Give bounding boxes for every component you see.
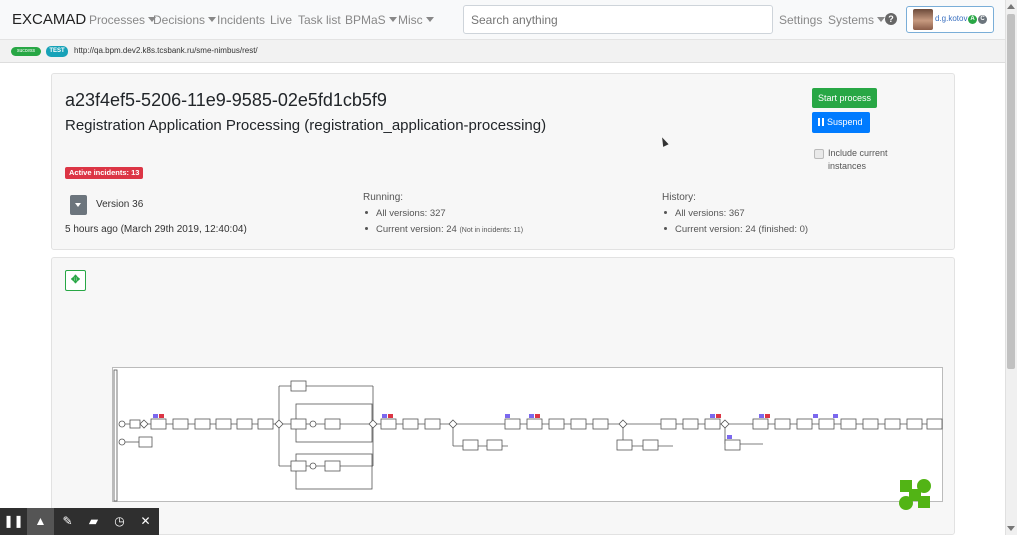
- status-badge: success: [11, 47, 41, 56]
- eraser-icon[interactable]: ▰: [80, 508, 107, 535]
- history-current-version: Current version: 24 (finished: 0): [662, 224, 808, 235]
- environment-bar: success TEST http://qa.bpm.dev2.k8s.tcsb…: [0, 40, 1005, 63]
- suspend-button[interactable]: Suspend: [812, 112, 870, 133]
- rest-url: http://qa.bpm.dev2.k8s.tcsbank.ru/sme-ni…: [74, 46, 258, 55]
- start-process-button[interactable]: Start process: [812, 88, 877, 108]
- chevron-down-icon: [877, 17, 886, 22]
- nav-misc[interactable]: Misc: [398, 13, 434, 27]
- deploy-date: 5 hours ago (March 29th 2019, 12:40:04): [65, 224, 247, 235]
- timer-icon[interactable]: ◷: [106, 508, 133, 535]
- version-dropdown-button[interactable]: [70, 195, 87, 215]
- nav-processes[interactable]: Processes: [89, 13, 157, 27]
- running-current-version: Current version: 24 (Not in incidents: 1…: [363, 224, 523, 235]
- env-badge: TEST: [46, 46, 68, 57]
- running-stats: All versions: 327 Current version: 24 (N…: [363, 208, 523, 240]
- scroll-up-icon[interactable]: [1007, 4, 1015, 9]
- user-name: d.g.kotov: [935, 14, 968, 23]
- running-title: Running:: [363, 192, 404, 203]
- history-all-versions: All versions: 367: [662, 208, 808, 219]
- process-info-card: a23f4ef5-5206-11e9-9585-02e5fd1cb5f9 Reg…: [51, 73, 955, 250]
- process-id: a23f4ef5-5206-11e9-9585-02e5fd1cb5f9: [65, 90, 387, 110]
- include-current-label: Include current instances: [828, 148, 888, 171]
- pause-icon[interactable]: ❚❚: [0, 508, 27, 535]
- scrollbar-thumb[interactable]: [1007, 14, 1015, 369]
- running-all-versions: All versions: 327: [363, 208, 523, 219]
- nav-systems[interactable]: Systems: [828, 13, 886, 27]
- avatar: [913, 9, 933, 30]
- user-badge-a: A: [968, 15, 977, 24]
- annotation-toolbar: ❚❚ ▲ ✎ ▰ ◷ ✕: [0, 508, 159, 535]
- bpmn-diagram-canvas[interactable]: [112, 367, 943, 502]
- chevron-down-icon: [425, 17, 434, 22]
- nav-live[interactable]: Live: [270, 13, 292, 27]
- nav-bpmas[interactable]: BPMaS: [345, 13, 397, 27]
- scroll-down-icon[interactable]: [1007, 526, 1015, 531]
- nav-task-list[interactable]: Task list: [298, 13, 341, 27]
- history-stats: All versions: 367 Current version: 24 (f…: [662, 208, 808, 240]
- puzzle-icon: [899, 479, 931, 510]
- active-incidents-badge[interactable]: Active incidents: 13: [65, 167, 144, 179]
- chevron-down-icon: [208, 17, 217, 22]
- bpmn-io-logo[interactable]: [898, 478, 932, 512]
- pointer-icon[interactable]: ▲: [27, 508, 54, 535]
- include-current-checkbox[interactable]: [814, 149, 824, 159]
- pen-icon[interactable]: ✎: [54, 508, 81, 535]
- search-input[interactable]: [463, 5, 773, 34]
- chevron-down-icon: [388, 17, 397, 22]
- nav-decisions[interactable]: Decisions: [153, 13, 217, 27]
- brand-logo[interactable]: EXCAMAD: [12, 11, 86, 28]
- diagram-card: ✥: [51, 257, 955, 535]
- nav-incidents[interactable]: Incidents: [217, 13, 265, 27]
- move-icon[interactable]: ✥: [65, 270, 86, 291]
- history-title: History:: [662, 192, 696, 203]
- user-menu-button[interactable]: d.g.kotov A C: [906, 6, 994, 33]
- bpmn-diagram: [113, 369, 943, 502]
- nav-settings[interactable]: Settings: [779, 13, 822, 27]
- help-icon[interactable]: ?: [885, 13, 897, 25]
- user-badge-c: C: [978, 15, 987, 24]
- pause-icon: [818, 118, 824, 126]
- close-icon[interactable]: ✕: [132, 508, 159, 535]
- chevron-down-icon: [75, 203, 81, 207]
- top-navbar: EXCAMAD Processes Decisions Incidents Li…: [0, 0, 1005, 40]
- version-label: Version 36: [96, 199, 144, 210]
- process-name: Registration Application Processing (reg…: [65, 117, 547, 134]
